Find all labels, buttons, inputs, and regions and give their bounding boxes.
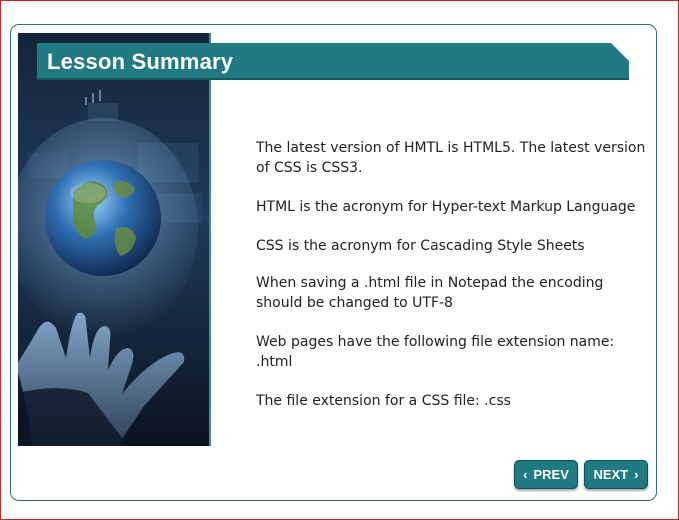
next-button[interactable]: NEXT ›	[584, 460, 648, 489]
summary-item: The file extension for a CSS file: .css	[256, 393, 511, 409]
summary-item: HTML is the acronym for Hyper-text Marku…	[256, 199, 636, 215]
summary-item: The latest version of HMTL is HTML5. The…	[256, 140, 646, 176]
globe-hand-image	[18, 33, 211, 446]
summary-item: When saving a .html file in Notepad the …	[256, 275, 604, 311]
summary-item: Web pages have the following file extens…	[256, 334, 615, 370]
chevron-left-icon: ‹	[523, 467, 528, 482]
summary-item: CSS is the acronym for Cascading Style S…	[256, 238, 585, 254]
summary-list: The latest version of HMTL is HTML5. The…	[256, 138, 646, 411]
prev-button-label: PREV	[533, 467, 569, 482]
next-button-label: NEXT	[593, 467, 629, 482]
prev-button[interactable]: ‹ PREV	[514, 460, 578, 489]
page-title: Lesson Summary	[47, 49, 234, 74]
title-banner: Lesson Summary	[37, 43, 629, 80]
chevron-right-icon: ›	[634, 467, 639, 482]
